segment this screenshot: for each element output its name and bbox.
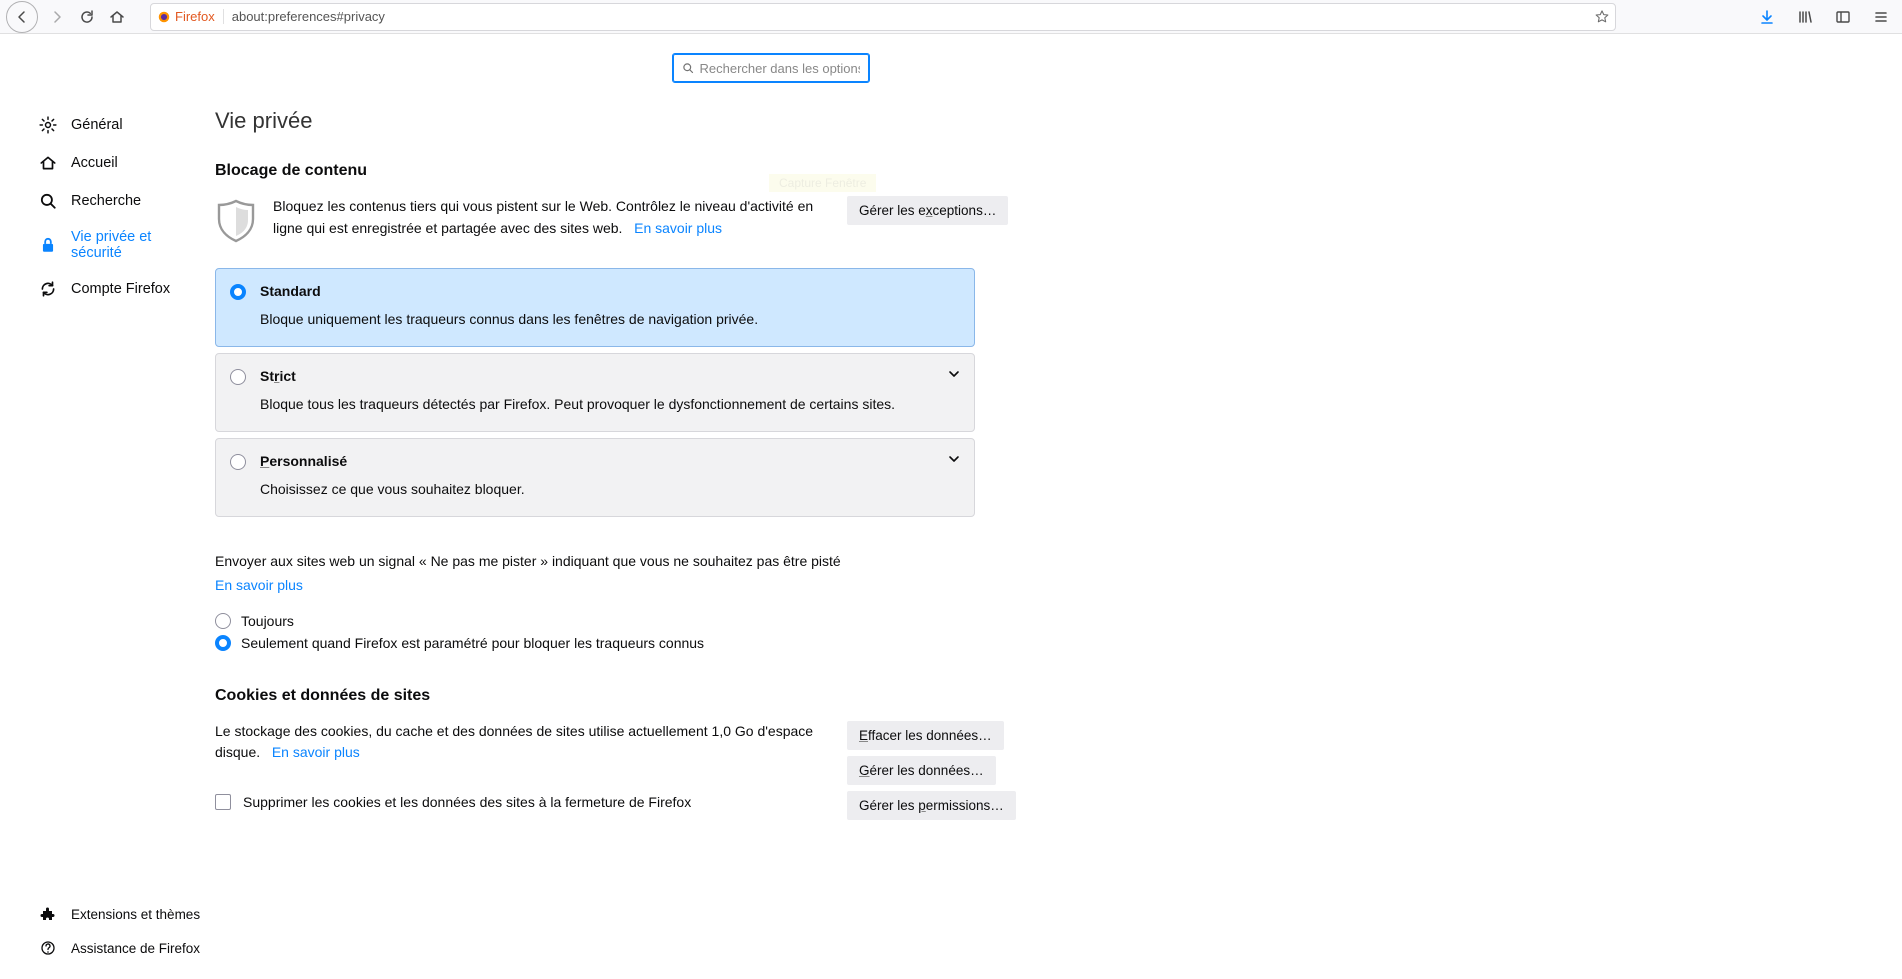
blocking-option-strict[interactable]: Strict Bloque tous les traqueurs détecté… <box>215 353 975 432</box>
browser-toolbar: Firefox about:preferences#privacy <box>0 0 1902 34</box>
identity-label: Firefox <box>175 9 215 24</box>
blocking-option-custom[interactable]: Personnalisé Choisissez ce que vous souh… <box>215 438 975 517</box>
cookies-learn-more-link[interactable]: En savoir plus <box>272 744 360 760</box>
menu-button[interactable] <box>1866 2 1896 32</box>
option-title: Personnalisé <box>260 453 958 469</box>
shield-icon <box>215 198 257 244</box>
sidebar-item-support[interactable]: Assistance de Firefox <box>0 931 215 965</box>
preferences-content: Capture Fenêtre Vie privée Blocage de co… <box>215 34 1902 979</box>
option-desc: Bloque tous les traqueurs détectés par F… <box>260 394 958 415</box>
sidebar-item-label: Accueil <box>71 155 118 171</box>
option-title: Standard <box>260 283 958 299</box>
firefox-icon <box>157 10 171 24</box>
sync-icon <box>38 279 58 299</box>
radio-label: Seulement quand Firefox est paramétré po… <box>241 635 704 651</box>
sidebar-item-label: Extensions et thèmes <box>71 907 200 922</box>
sidebar-item-label: Recherche <box>71 193 141 209</box>
sidebar-item-search[interactable]: Recherche <box>0 182 215 220</box>
search-icon <box>38 191 58 211</box>
radio-label: Toujours <box>241 613 294 629</box>
option-desc: Choisissez ce que vous souhaitez bloquer… <box>260 479 958 500</box>
sidebar-item-home[interactable]: Accueil <box>0 144 215 182</box>
reload-button[interactable] <box>72 2 102 32</box>
sidebar-item-sync[interactable]: Compte Firefox <box>0 270 215 308</box>
lock-icon <box>38 235 58 255</box>
sidebar-item-label: Assistance de Firefox <box>71 941 200 956</box>
forward-button[interactable] <box>42 2 72 32</box>
dnt-option-always[interactable]: Toujours <box>215 613 975 629</box>
help-icon <box>38 938 58 958</box>
radio-only-blocking[interactable] <box>215 635 231 651</box>
puzzle-icon <box>38 904 58 924</box>
home-button[interactable] <box>102 2 132 32</box>
options-search-input[interactable] <box>700 61 860 76</box>
option-desc: Bloque uniquement les traqueurs connus d… <box>260 309 958 330</box>
manage-exceptions-button[interactable]: Gérer les exceptions… <box>847 196 1008 225</box>
dnt-option-only-when-blocking[interactable]: Seulement quand Firefox est paramétré po… <box>215 635 975 651</box>
toolbar-right-icons <box>1752 2 1896 32</box>
sidebar-item-label: Vie privée et sécurité <box>71 229 201 261</box>
identity-box[interactable]: Firefox <box>157 9 224 24</box>
delete-on-close-label: Supprimer les cookies et les données des… <box>243 794 691 810</box>
back-button[interactable] <box>6 1 38 33</box>
delete-on-close-checkbox[interactable] <box>215 794 231 810</box>
content-blocking-description: Bloquez les contenus tiers qui vous pist… <box>273 198 813 236</box>
sidebar-item-addons[interactable]: Extensions et thèmes <box>0 897 215 931</box>
manage-permissions-button[interactable]: Gérer les permissions… <box>847 791 1016 820</box>
radio-custom[interactable] <box>230 454 246 470</box>
sidebar-item-privacy[interactable]: Vie privée et sécurité <box>0 220 215 270</box>
sidebar-item-label: Compte Firefox <box>71 281 170 297</box>
cookies-heading: Cookies et données de sites <box>215 687 975 705</box>
url-bar[interactable]: Firefox about:preferences#privacy <box>150 3 1616 31</box>
content-blocking-learn-more-link[interactable]: En savoir plus <box>634 220 722 236</box>
radio-standard[interactable] <box>230 284 246 300</box>
search-icon <box>682 62 694 74</box>
preferences-sidebar: Général Accueil Recherche Vie privée et … <box>0 34 215 979</box>
sidebar-item-general[interactable]: Général <box>0 106 215 144</box>
option-title: Strict <box>260 368 958 384</box>
chevron-down-icon[interactable] <box>948 368 960 380</box>
options-search-box[interactable] <box>673 54 869 82</box>
sidebar-button[interactable] <box>1828 2 1858 32</box>
blocking-option-standard[interactable]: Standard Bloque uniquement les traqueurs… <box>215 268 975 347</box>
manage-data-button[interactable]: Gérer les données… <box>847 756 996 785</box>
dnt-learn-more-link[interactable]: En savoir plus <box>215 577 303 593</box>
radio-always[interactable] <box>215 613 231 629</box>
library-button[interactable] <box>1790 2 1820 32</box>
sidebar-item-label: Général <box>71 117 123 133</box>
home-icon <box>38 153 58 173</box>
nav-button-group <box>6 1 132 33</box>
bookmark-star-icon[interactable] <box>1595 10 1609 24</box>
capture-tooltip: Capture Fenêtre <box>769 174 876 192</box>
clear-data-button[interactable]: Effacer les données… <box>847 721 1004 750</box>
gear-icon <box>38 115 58 135</box>
url-text: about:preferences#privacy <box>232 9 1595 24</box>
downloads-button[interactable] <box>1752 2 1782 32</box>
chevron-down-icon[interactable] <box>948 453 960 465</box>
page-title: Vie privée <box>215 108 975 134</box>
radio-strict[interactable] <box>230 369 246 385</box>
dnt-description: Envoyer aux sites web un signal « Ne pas… <box>215 551 975 573</box>
